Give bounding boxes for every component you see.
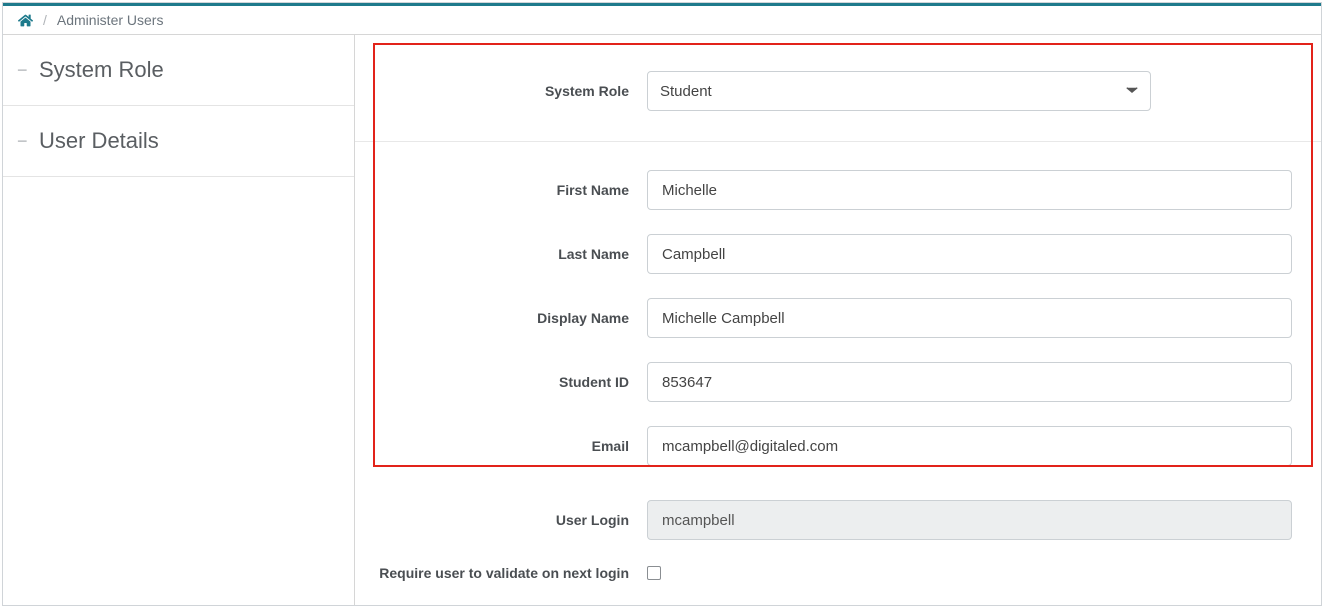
label-display-name: Display Name — [355, 310, 647, 326]
system-role-value: Student — [660, 83, 712, 100]
breadcrumb: / Administer Users — [3, 6, 1321, 35]
require-validate-checkbox[interactable] — [647, 566, 661, 580]
sidebar-item-label: User Details — [39, 128, 159, 154]
chevron-down-icon — [1126, 84, 1138, 99]
system-role-select[interactable]: Student — [647, 71, 1151, 111]
sidebar-item-label: System Role — [39, 57, 164, 83]
user-login-input — [647, 500, 1292, 540]
student-id-input[interactable] — [647, 362, 1292, 402]
label-student-id: Student ID — [355, 374, 647, 390]
last-name-input[interactable] — [647, 234, 1292, 274]
breadcrumb-separator: / — [43, 12, 47, 28]
main-form-area: System Role Student First Name — [355, 35, 1321, 605]
label-system-role: System Role — [355, 83, 647, 99]
home-icon[interactable] — [17, 12, 33, 28]
collapse-icon: − — [17, 132, 29, 150]
sidebar-item-user-details[interactable]: − User Details — [3, 106, 354, 177]
label-user-login: User Login — [355, 512, 647, 528]
label-last-name: Last Name — [355, 246, 647, 262]
sidebar: − System Role − User Details — [3, 35, 355, 605]
label-require-validate: Require user to validate on next login — [355, 564, 647, 584]
display-name-input[interactable] — [647, 298, 1292, 338]
first-name-input[interactable] — [647, 170, 1292, 210]
collapse-icon: − — [17, 61, 29, 79]
label-email: Email — [355, 438, 647, 454]
label-first-name: First Name — [355, 182, 647, 198]
sidebar-item-system-role[interactable]: − System Role — [3, 35, 354, 106]
breadcrumb-current: Administer Users — [57, 12, 164, 28]
email-input[interactable] — [647, 426, 1292, 466]
